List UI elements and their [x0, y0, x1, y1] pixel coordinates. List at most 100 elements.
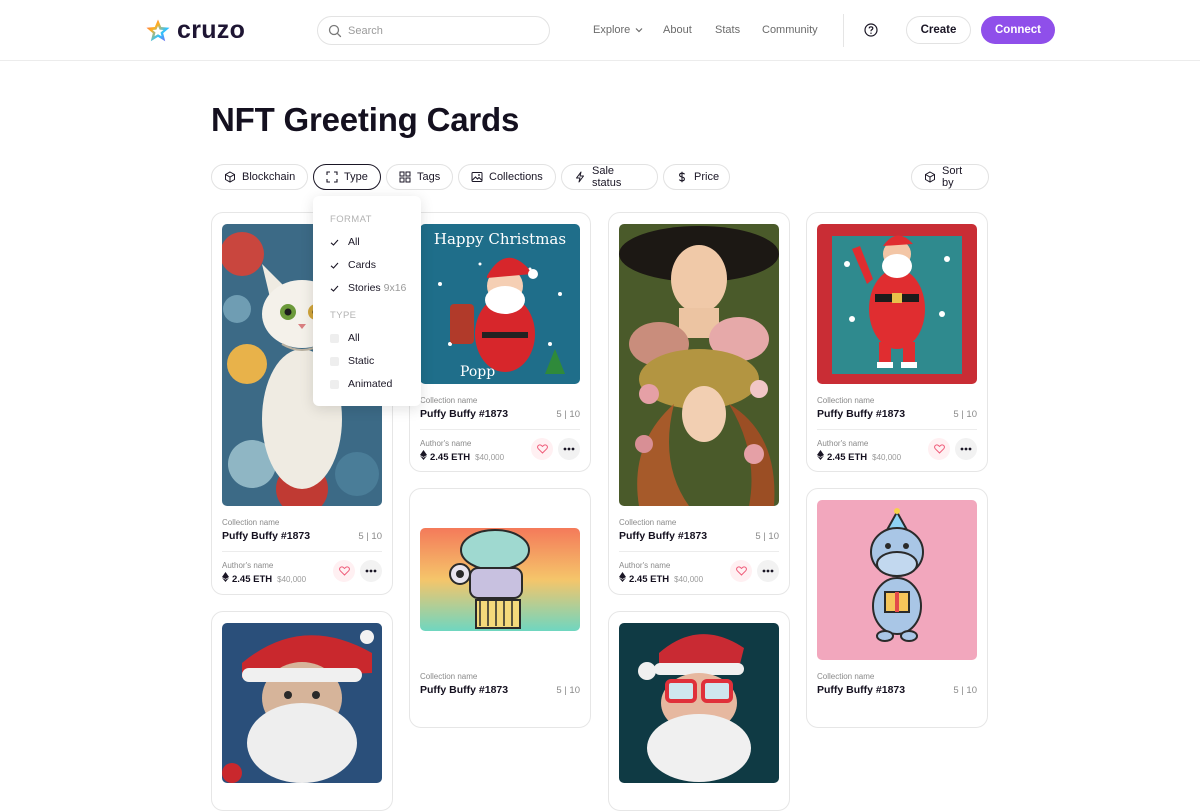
check-icon [330, 284, 339, 293]
card-author[interactable]: Author's name [222, 561, 273, 570]
card-collection-name: Collection name [817, 396, 875, 405]
format-option-stories[interactable]: Stories 9x16 [330, 282, 406, 294]
help-button[interactable] [864, 23, 878, 42]
like-button[interactable] [730, 560, 752, 582]
more-options-button[interactable] [558, 438, 580, 460]
card-divider [420, 429, 580, 430]
nft-card[interactable]: Collection name Puffy Buffy #1873 5 | 10… [806, 212, 988, 472]
card-price-eth: 2.45 ETH [629, 574, 670, 585]
type-option-all-label: All [348, 332, 360, 344]
search-icon [328, 24, 342, 37]
filter-collections[interactable]: Collections [458, 164, 556, 190]
like-button[interactable] [333, 560, 355, 582]
filter-blockchain[interactable]: Blockchain [211, 164, 308, 190]
lightning-icon [576, 171, 584, 183]
nft-card[interactable]: Collection name Puffy Buffy #1873 5 | 10… [608, 212, 790, 595]
card-edition: 5 | 10 [953, 685, 977, 696]
checkbox[interactable] [330, 356, 339, 366]
card-author[interactable]: Author's name [817, 439, 868, 448]
card-price-eth: 2.45 ETH [827, 452, 868, 463]
frame-icon [326, 171, 338, 183]
card-title[interactable]: Puffy Buffy #1873 [619, 530, 707, 542]
nft-card[interactable] [211, 611, 393, 811]
card-title[interactable]: Puffy Buffy #1873 [420, 684, 508, 696]
format-heading: FORMAT [330, 214, 372, 225]
card-title[interactable]: Puffy Buffy #1873 [817, 408, 905, 420]
card-price-eth: 2.45 ETH [430, 452, 471, 463]
card-collection-name: Collection name [222, 518, 280, 527]
like-button[interactable] [531, 438, 553, 460]
nav-community[interactable]: Community [762, 24, 818, 36]
cube-icon [925, 171, 935, 183]
type-dropdown-menu: FORMAT All Cards Stories 9x16 TYPE All S… [313, 196, 421, 406]
nav-about[interactable]: About [663, 24, 692, 36]
check-icon [330, 238, 339, 247]
like-button[interactable] [928, 438, 950, 460]
nav-explore[interactable]: Explore [593, 24, 643, 36]
card-price-usd: $40,000 [475, 453, 505, 462]
heart-icon [735, 566, 747, 576]
filter-tags[interactable]: Tags [386, 164, 453, 190]
card-title[interactable]: Puffy Buffy #1873 [817, 684, 905, 696]
checkbox[interactable] [330, 333, 339, 343]
more-dots-icon [563, 447, 575, 451]
filter-type[interactable]: Type [313, 164, 381, 190]
checkbox[interactable] [330, 379, 339, 389]
search-input[interactable] [348, 24, 528, 37]
card-artwork[interactable] [420, 528, 580, 631]
type-option-static-label: Static [348, 355, 375, 367]
format-option-cards[interactable]: Cards [330, 259, 376, 271]
card-artwork[interactable]: Happy Christmas Popp [420, 224, 580, 384]
card-divider [619, 551, 779, 552]
card-collection-name: Collection name [420, 396, 478, 405]
card-author[interactable]: Author's name [420, 439, 471, 448]
card-title[interactable]: Puffy Buffy #1873 [420, 408, 508, 420]
question-icon [864, 23, 878, 37]
card-artwork[interactable] [619, 623, 779, 783]
type-option-static[interactable]: Static [330, 355, 374, 367]
more-options-button[interactable] [360, 560, 382, 582]
nft-card[interactable]: Collection name Puffy Buffy #1873 5 | 10 [806, 488, 988, 728]
format-option-all[interactable]: All [330, 236, 360, 248]
card-artwork[interactable] [817, 224, 977, 384]
create-button[interactable]: Create [906, 16, 971, 44]
card-author[interactable]: Author's name [619, 561, 670, 570]
sort-by-button[interactable]: Sort by [911, 164, 989, 190]
art-caption: Happy Christmas [434, 230, 566, 248]
card-edition: 5 | 10 [755, 531, 779, 542]
card-artwork[interactable] [222, 623, 382, 783]
card-price: 2.45 ETH $40,000 [420, 450, 504, 463]
heart-icon [338, 566, 350, 576]
more-options-button[interactable] [955, 438, 977, 460]
filter-sale-status[interactable]: Sale status [561, 164, 658, 190]
card-collection-name: Collection name [420, 672, 478, 681]
nft-card[interactable]: Collection name Puffy Buffy #1873 5 | 10 [409, 488, 591, 728]
type-option-all[interactable]: All [330, 332, 360, 344]
filter-tags-label: Tags [417, 171, 441, 183]
card-divider [817, 429, 977, 430]
stories-size-label: 9x16 [383, 282, 407, 294]
search-bar[interactable] [317, 16, 550, 45]
nft-card[interactable]: Happy Christmas Popp Collection name Puf… [409, 212, 591, 472]
card-title[interactable]: Puffy Buffy #1873 [222, 530, 310, 542]
check-icon [330, 261, 339, 270]
more-dots-icon [365, 569, 377, 573]
eth-icon [619, 572, 626, 582]
nft-card[interactable] [608, 611, 790, 811]
format-option-stories-label: Stories [348, 282, 381, 294]
filter-type-label: Type [344, 171, 368, 183]
dollar-icon [678, 171, 686, 183]
filter-collections-label: Collections [489, 171, 543, 183]
logo[interactable]: cruzo [145, 16, 245, 45]
filter-price[interactable]: Price [663, 164, 730, 190]
star-logo-icon [146, 19, 170, 41]
more-options-button[interactable] [757, 560, 779, 582]
logo-text: cruzo [177, 16, 246, 44]
header-divider [843, 14, 844, 47]
type-option-animated[interactable]: Animated [330, 378, 392, 390]
card-edition: 5 | 10 [953, 409, 977, 420]
card-artwork[interactable] [817, 500, 977, 660]
connect-button[interactable]: Connect [981, 16, 1055, 44]
card-artwork[interactable] [619, 224, 779, 506]
nav-stats[interactable]: Stats [715, 24, 740, 36]
